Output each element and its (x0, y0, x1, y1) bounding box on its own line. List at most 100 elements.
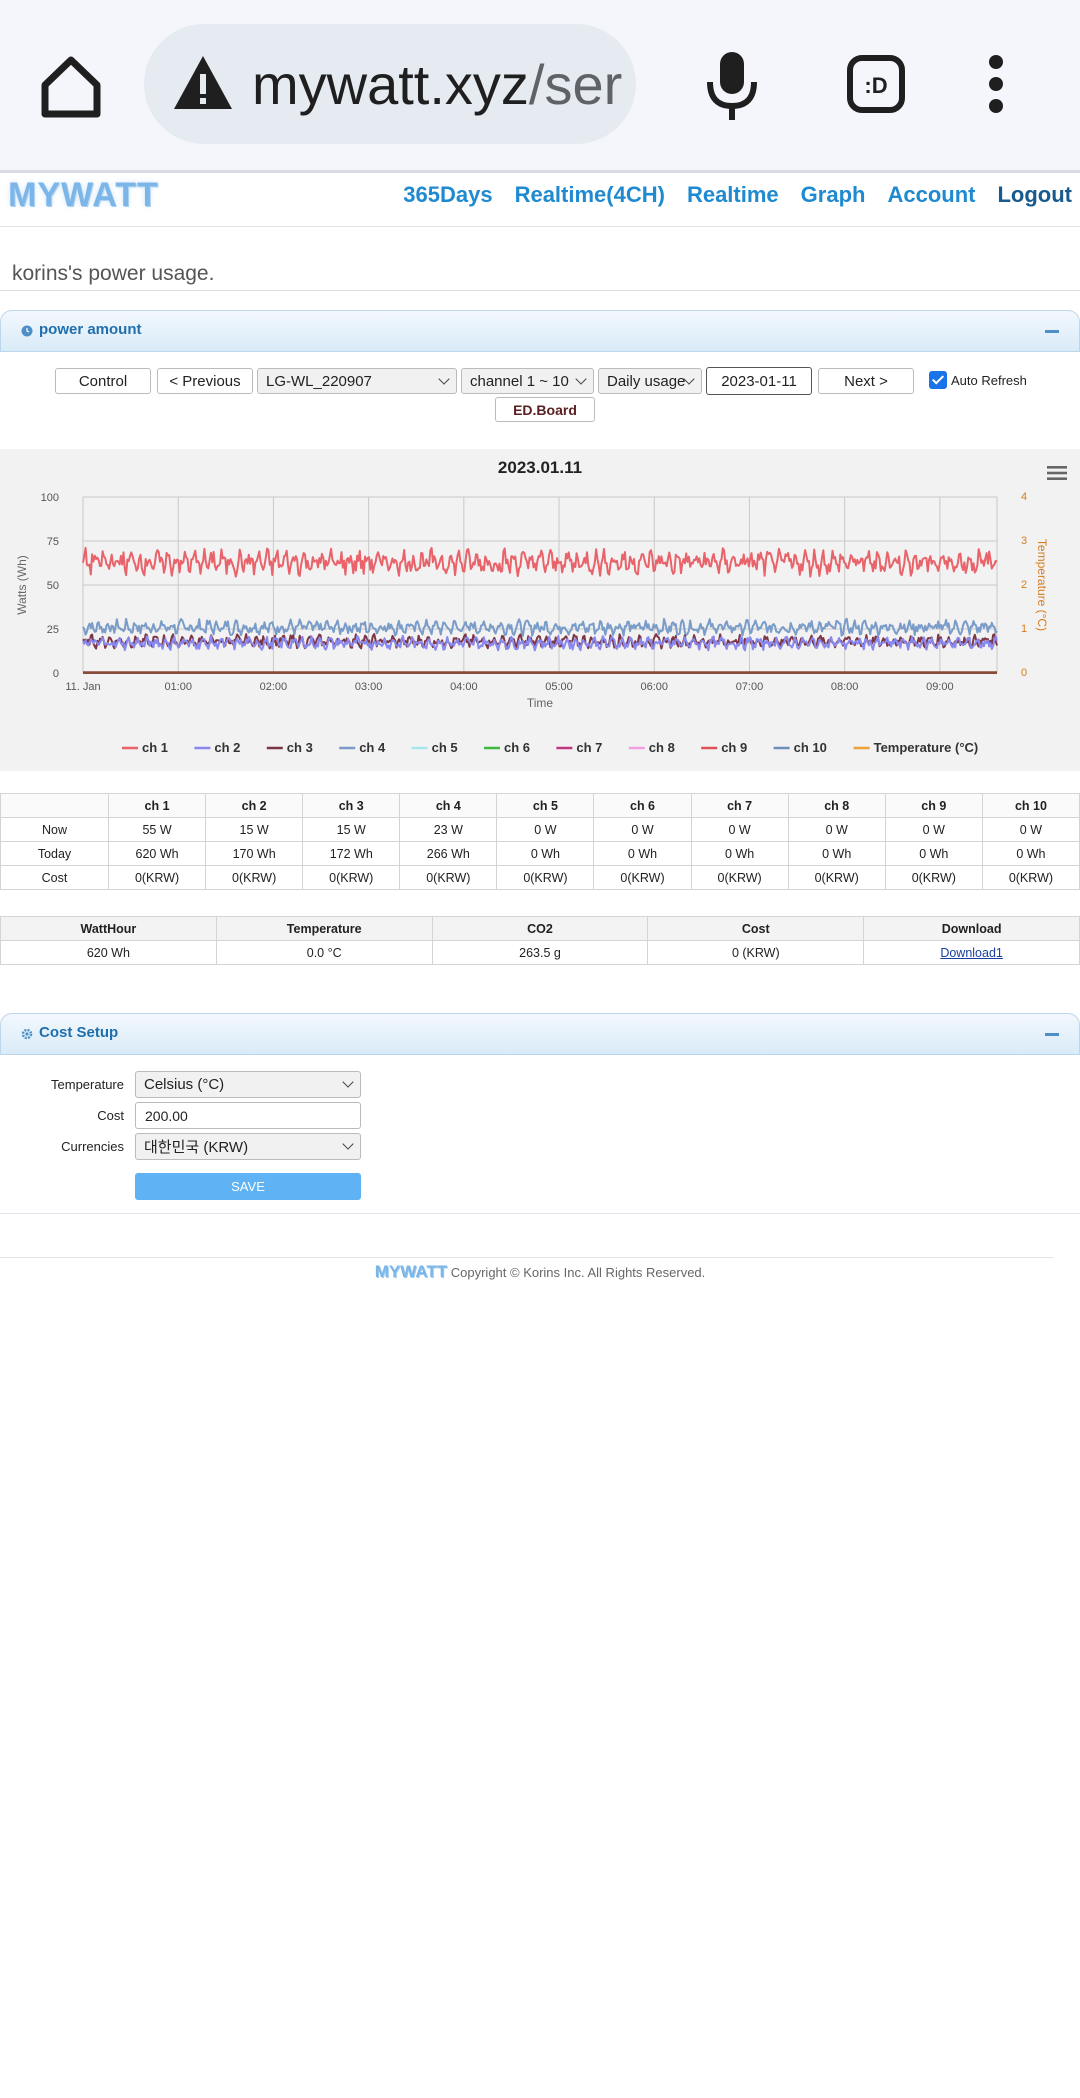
table-cell: 0(KRW) (884, 865, 983, 890)
table-cell: 0(KRW) (981, 865, 1080, 890)
footer: MYWATT Copyright © Korins Inc. All Right… (0, 1262, 1080, 1282)
table-cell: 0 W (496, 817, 595, 842)
svg-text::D: :D (864, 73, 887, 98)
next-button[interactable]: Next > (818, 368, 914, 394)
legend-item: ch 1 (142, 740, 168, 755)
collapse-icon[interactable] (1045, 1033, 1059, 1036)
y-tick-label: 75 (47, 536, 59, 548)
nav-realtime-4ch[interactable]: Realtime(4CH) (515, 182, 665, 208)
temperature-value: 0.0 °C (215, 940, 433, 965)
temperature-select[interactable]: Celsius (°C) (135, 1071, 361, 1098)
edboard-button[interactable]: ED.Board (495, 397, 595, 422)
date-input[interactable]: 2023-01-11 (706, 367, 812, 395)
legend-item: ch 6 (504, 740, 530, 755)
address-bar[interactable]: mywatt.xyz/ser (144, 24, 636, 144)
table-cell: 0(KRW) (787, 865, 886, 890)
y2-tick-label: 1 (1021, 623, 1027, 635)
cost-label: Cost (97, 1108, 124, 1123)
legend-item: ch 4 (359, 740, 386, 755)
legend-item: ch 2 (214, 740, 240, 755)
table-header: ch 3 (302, 793, 401, 818)
download-link[interactable]: Download1 (940, 946, 1003, 960)
nav-logout[interactable]: Logout (997, 182, 1072, 208)
power-panel-header: power amount (0, 310, 1080, 352)
nav-realtime[interactable]: Realtime (687, 182, 779, 208)
row-label: Now (0, 817, 109, 842)
summary-header: CO2 (431, 916, 649, 941)
cost-panel-title: Cost Setup (39, 1024, 119, 1041)
save-button[interactable]: SAVE (135, 1173, 361, 1200)
more-menu-icon[interactable] (986, 54, 1006, 114)
home-icon[interactable] (36, 52, 106, 122)
previous-button[interactable]: < Previous (157, 368, 253, 394)
legend-item: ch 5 (432, 740, 458, 755)
legend-item: Temperature (°C) (874, 740, 979, 755)
y-axis-label: Watts (Wh) (15, 555, 29, 615)
currency-select[interactable]: 대한민국 (KRW) (135, 1133, 361, 1160)
nav-graph[interactable]: Graph (801, 182, 866, 208)
control-button[interactable]: Control (55, 368, 151, 394)
table-cell: 0(KRW) (496, 865, 595, 890)
x-tick-label: 01:00 (164, 681, 192, 693)
divider (0, 1257, 1054, 1258)
microphone-icon[interactable] (700, 50, 764, 122)
table-cell: 0 W (593, 817, 692, 842)
table-header: ch 10 (981, 793, 1080, 818)
table-cell: 0(KRW) (690, 865, 789, 890)
url-text[interactable]: mywatt.xyz/ser (252, 52, 622, 117)
table-cell: 0 Wh (884, 841, 983, 866)
table-cell: 0(KRW) (302, 865, 401, 890)
y-tick-label: 100 (41, 492, 59, 504)
series-line-ch-4 (82, 617, 998, 637)
table-header: ch 4 (399, 793, 498, 818)
nav-account[interactable]: Account (887, 182, 975, 208)
channel-stats-table: ch 1 ch 2 ch 3 ch 4 ch 5 ch 6 ch 7 ch 8 ch 9 ch 1… (0, 793, 1080, 890)
collapse-icon[interactable] (1045, 330, 1059, 333)
cost-input[interactable]: 200.00 (135, 1102, 361, 1129)
table-cell: 0 W (787, 817, 886, 842)
table-cell: 23 W (399, 817, 498, 842)
divider (0, 290, 1080, 291)
y2-axis-label: Temperature (°C) (1035, 539, 1049, 631)
extension-icon[interactable]: :D (846, 54, 906, 114)
gear-icon (21, 1028, 33, 1040)
chevron-down-icon (342, 1138, 354, 1150)
table-cell: 0 Wh (981, 841, 1080, 866)
auto-refresh-checkbox[interactable] (929, 371, 947, 389)
co2-value: 263.5 g (431, 940, 649, 965)
y-tick-label: 50 (47, 580, 59, 592)
y2-tick-label: 2 (1021, 579, 1027, 591)
divider (0, 1213, 1080, 1214)
table-header (0, 793, 109, 818)
table-row: Now 55 W 15 W 15 W 23 W0 W0 W0 W0 W0 W0 W (0, 817, 1080, 842)
x-tick-label: 11. Jan (65, 681, 100, 693)
table-cell: 0 Wh (690, 841, 789, 866)
table-header: ch 6 (593, 793, 692, 818)
table-header: ch 9 (884, 793, 983, 818)
warning-icon[interactable] (172, 54, 234, 112)
channel-select[interactable]: channel 1 ~ 10 (461, 368, 594, 394)
currency-label: Currencies (61, 1139, 124, 1154)
legend-item: ch 3 (287, 740, 313, 755)
table-cell: 620 Wh (107, 841, 207, 866)
table-cell: 0 Wh (787, 841, 886, 866)
table-cell: 0(KRW) (593, 865, 692, 890)
site-logo[interactable]: MYWATT (8, 176, 159, 215)
mode-select-value: Daily usage (607, 372, 686, 390)
url-host: mywatt.xyz (252, 53, 529, 116)
power-panel-title: power amount (39, 321, 142, 338)
table-cell: 15 W (205, 817, 304, 842)
mode-select[interactable]: Daily usage (598, 368, 702, 394)
x-tick-label: 06:00 (640, 681, 668, 693)
y2-tick-label: 3 (1021, 535, 1027, 547)
x-tick-label: 09:00 (926, 681, 954, 693)
x-tick-label: 05:00 (545, 681, 573, 693)
main-nav: 365Days Realtime(4CH) Realtime Graph Acc… (403, 182, 1072, 208)
device-select[interactable]: LG-WL_220907 (257, 368, 457, 394)
cost-panel-header: Cost Setup (0, 1013, 1080, 1055)
nav-365days[interactable]: 365Days (403, 182, 492, 208)
download-cell: Download1 (863, 940, 1080, 965)
table-cell: 55 W (107, 817, 207, 842)
site-header: MYWATT 365Days Realtime(4CH) Realtime Gr… (0, 172, 1080, 227)
table-cell: 15 W (302, 817, 401, 842)
